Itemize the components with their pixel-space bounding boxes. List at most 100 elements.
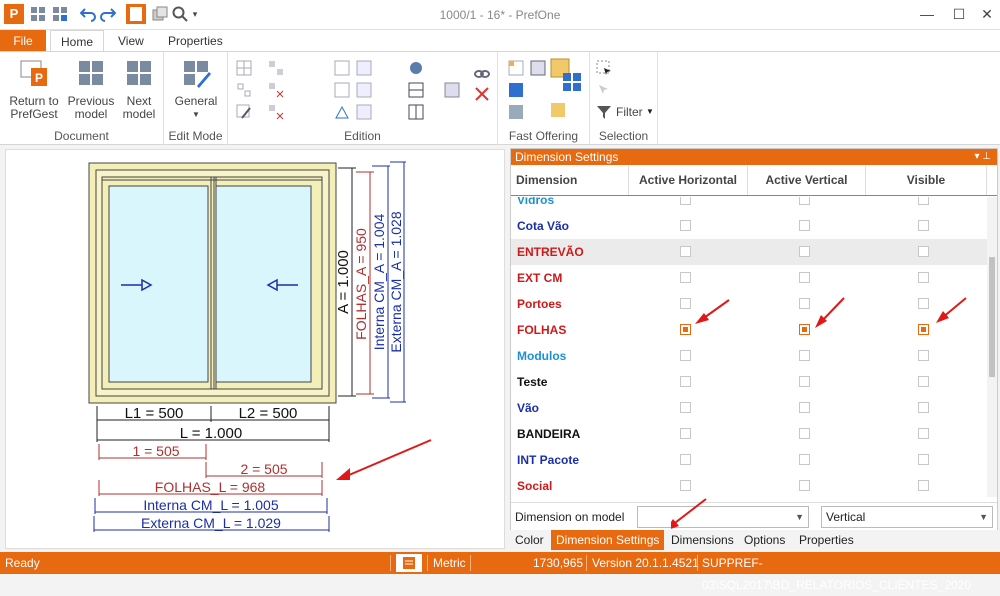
active-vertical-checkbox[interactable] [799,428,810,439]
active-horizontal-checkbox[interactable] [680,272,691,283]
active-vertical-checkbox[interactable] [799,298,810,309]
cells-delete-icon[interactable] [268,104,284,120]
new-offer-icon[interactable] [508,60,524,76]
split-tool-icon[interactable] [236,82,252,98]
active-vertical-checkbox[interactable] [799,376,810,387]
col-dimension[interactable]: Dimension [511,166,629,195]
tab-properties[interactable]: Properties [158,30,233,52]
col-active-vertical[interactable]: Active Vertical [748,166,866,195]
visible-checkbox[interactable] [918,197,929,205]
active-horizontal-checkbox[interactable] [680,246,691,257]
table-row[interactable]: Cota Vão [511,213,987,239]
visible-checkbox[interactable] [918,298,929,309]
maximize-icon[interactable]: ☐ [944,4,974,24]
active-horizontal-checkbox[interactable] [680,220,691,231]
lock-tool-icon[interactable] [334,82,350,98]
active-horizontal-checkbox[interactable] [680,428,691,439]
offer-edit-icon[interactable] [530,60,546,76]
globe-icon[interactable] [408,60,424,76]
visible-checkbox[interactable] [918,324,929,335]
filter-button[interactable]: Filter [616,105,643,119]
glazing-icon[interactable] [562,72,582,92]
layout-icon[interactable] [408,82,424,98]
table-row[interactable]: Vão [511,395,987,421]
visible-checkbox[interactable] [918,454,929,465]
visible-checkbox[interactable] [918,220,929,231]
col-visible[interactable]: Visible [866,166,987,195]
deselect-icon[interactable] [596,82,612,98]
panel-tab-properties[interactable]: Properties [794,530,859,550]
offer-add-icon[interactable] [508,104,524,120]
active-vertical-checkbox[interactable] [799,197,810,205]
profile-icon[interactable] [444,82,460,98]
table-row[interactable]: Modulos [511,343,987,369]
notes-icon[interactable] [396,554,422,572]
active-vertical-checkbox[interactable] [799,246,810,257]
visible-checkbox[interactable] [918,428,929,439]
active-vertical-checkbox[interactable] [799,324,810,335]
active-vertical-checkbox[interactable] [799,454,810,465]
grid-tool-icon[interactable] [236,60,252,76]
next-model-button[interactable]: Next model [118,58,160,121]
offer-grid-icon[interactable] [508,82,524,98]
active-horizontal-checkbox[interactable] [680,197,691,205]
select-icon[interactable] [596,60,612,76]
active-vertical-checkbox[interactable] [799,402,810,413]
panel-tab-dimension-settings[interactable]: Dimension Settings [551,530,665,550]
close-icon[interactable]: ✕ [972,4,1000,24]
visible-checkbox[interactable] [918,246,929,257]
tab-file[interactable]: File [0,30,46,52]
panel-tool-icon[interactable] [356,60,372,76]
filter-dropdown-icon[interactable]: ▼ [646,107,654,116]
active-vertical-checkbox[interactable] [799,220,810,231]
table-row[interactable]: INT Pacote [511,447,987,473]
panel-tab-color[interactable]: Color [510,530,549,550]
active-horizontal-checkbox[interactable] [680,480,691,491]
table-row[interactable]: FOLHAS [511,317,987,343]
tab-view[interactable]: View [108,30,154,52]
return-to-prefgest-button[interactable]: P Return to PrefGest [6,58,62,121]
angle-tool-icon[interactable] [334,104,350,120]
table-row[interactable]: Vidros [511,197,987,213]
visible-checkbox[interactable] [918,272,929,283]
table-row[interactable]: Social [511,473,987,497]
edit-tool-icon[interactable] [236,104,252,120]
active-horizontal-checkbox[interactable] [680,402,691,413]
visible-checkbox[interactable] [918,376,929,387]
active-horizontal-checkbox[interactable] [680,324,691,335]
active-horizontal-checkbox[interactable] [680,376,691,387]
filter-icon[interactable] [596,104,612,120]
delete-icon[interactable] [474,86,490,102]
table-row[interactable]: Teste [511,369,987,395]
table-row[interactable]: BANDEIRA [511,421,987,447]
active-horizontal-checkbox[interactable] [680,298,691,309]
status-units[interactable]: Metric [433,552,466,574]
panel-remove-icon[interactable] [356,82,372,98]
active-vertical-checkbox[interactable] [799,480,810,491]
dimension-on-model-select[interactable]: ▼ [637,506,809,528]
visible-checkbox[interactable] [918,480,929,491]
visible-checkbox[interactable] [918,350,929,361]
active-vertical-checkbox[interactable] [799,350,810,361]
frame-tool-icon[interactable] [334,60,350,76]
window-drawing[interactable]: L1 = 500 L2 = 500 L = 1.000 1 = 505 2 = … [6,150,506,550]
panel-tab-options[interactable]: Options [739,530,790,550]
panel-grid-icon[interactable] [356,104,372,120]
scrollbar-thumb[interactable] [989,257,995,377]
link-icon[interactable] [474,66,490,82]
minimize-icon[interactable]: — [912,4,942,24]
general-edit-button[interactable]: General ▼ [170,58,222,121]
table-row[interactable]: Portoes [511,291,987,317]
grid-scrollbar[interactable] [987,197,997,497]
visible-checkbox[interactable] [918,402,929,413]
cells-remove-icon[interactable] [268,82,284,98]
previous-model-button[interactable]: Previous model [66,58,116,121]
orientation-select[interactable]: Vertical ▼ [821,506,993,528]
tab-home[interactable]: Home [50,30,105,52]
model-canvas[interactable]: L1 = 500 L2 = 500 L = 1.000 1 = 505 2 = … [5,149,505,549]
panel-tab-dimensions[interactable]: Dimensions [666,530,739,550]
table-row[interactable]: ENTREVÃO [511,239,987,265]
active-vertical-checkbox[interactable] [799,272,810,283]
panel-pin-icon[interactable]: ▾ ⊥ [974,149,991,165]
table-row[interactable]: EXT CM [511,265,987,291]
